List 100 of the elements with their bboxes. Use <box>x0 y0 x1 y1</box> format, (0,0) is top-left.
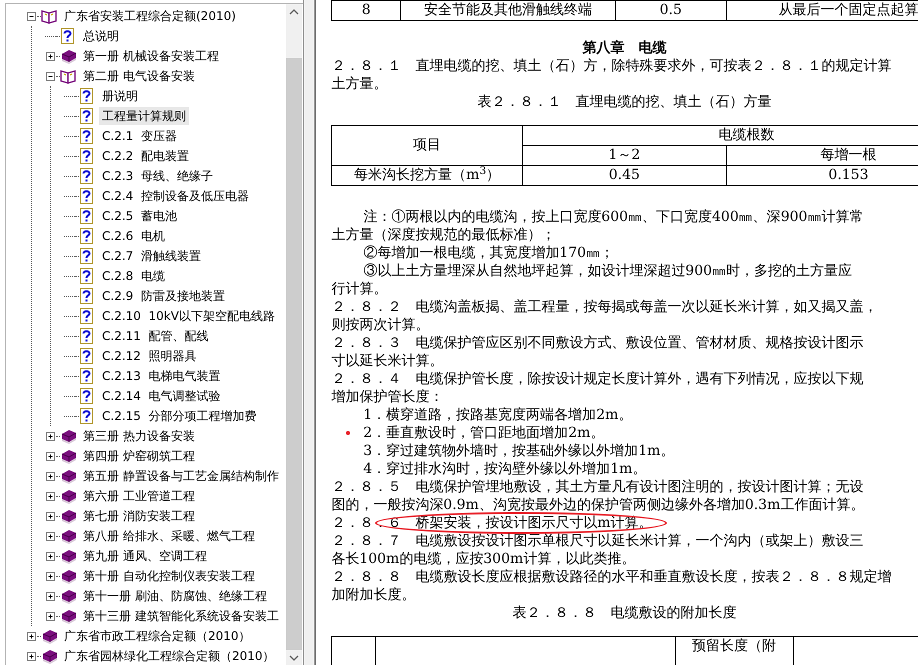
tree-item[interactable]: C.2.2 配电装置 <box>99 147 192 165</box>
tree-item[interactable]: 第五册 静置设备与工艺金属结构制作 <box>80 467 282 485</box>
tree-item[interactable]: 第一册 机械设备安装工程 <box>80 47 222 65</box>
closed-book-icon <box>60 508 77 524</box>
table-cell: 0.45 <box>522 166 726 186</box>
paragraph-line: ２．８．３ 电缆保护管应区别不同敷设方式、敷设位置、管材材质、规格按设计图示 <box>331 334 864 352</box>
help-page-icon <box>79 168 96 184</box>
tree-item[interactable]: C.2.3 母线、绝缘子 <box>99 167 216 185</box>
expand-toggle-icon[interactable] <box>45 50 56 62</box>
paragraph-line: 各长100m的电缆，应按300m计算，以此类推。 <box>331 550 636 568</box>
tree-item[interactable]: C.2.1 变压器 <box>99 127 180 145</box>
tree-item[interactable]: C.2.10 10kV以下架空配电线路 <box>99 307 278 325</box>
tree-item[interactable]: 第三册 热力设备安装 <box>80 427 198 445</box>
open-book-icon <box>41 8 58 24</box>
table-cell: 从最后一个固定点起算 <box>726 0 918 20</box>
expand-toggle-icon[interactable] <box>45 450 56 462</box>
closed-book-icon <box>60 428 77 444</box>
tree-item[interactable]: C.2.7 滑触线装置 <box>99 247 204 265</box>
paragraph-line: ２．８．４ 电缆保护管长度，除按设计规定长度计算外，遇有下列情况，应按以下规 <box>331 370 864 388</box>
table-header: 预留长度（附 <box>675 636 794 665</box>
expand-toggle-icon[interactable] <box>45 610 56 622</box>
expand-toggle-icon[interactable] <box>45 530 56 542</box>
paragraph-line: 增加保护管长度： <box>331 388 444 406</box>
tree-item[interactable]: 第十三册 建筑智能化系统设备安装工 <box>80 607 282 625</box>
closed-book-icon <box>60 48 77 64</box>
closed-book-icon <box>60 468 77 484</box>
paragraph-line: ②每增加一根电缆，其宽度增加170㎜； <box>362 244 616 262</box>
expand-toggle-icon[interactable] <box>26 650 37 662</box>
paragraph-line: 3．穿过建筑物外墙时，按基础外缘以外增加1m。 <box>362 442 676 460</box>
paragraph-line: 4．穿过排水沟时，按沟壁外缘以外增加1m。 <box>362 460 648 478</box>
tree-item[interactable]: C.2.9 防雷及接地装置 <box>99 287 228 305</box>
tree-item[interactable]: 工程量计算规则 <box>99 107 189 125</box>
tree-item[interactable]: 广东省安装工程综合定额(2010) <box>61 7 239 25</box>
table-header: 项目 <box>332 126 522 166</box>
closed-book-icon <box>60 588 77 604</box>
paragraph-line: ２．８．１ 直埋电缆的挖、填土（石）方，除特殊要求外，可按表２．８．１的规定计算 <box>331 57 892 75</box>
tree-item[interactable]: 广东省园林绿化工程综合定额（2010） <box>61 647 278 665</box>
expand-toggle-icon[interactable] <box>26 630 37 642</box>
tree-item[interactable]: C.2.5 蓄电池 <box>99 207 180 225</box>
expand-toggle-icon[interactable] <box>45 490 56 502</box>
tree-item[interactable]: 第十册 自动化控制仪表安装工程 <box>80 567 258 585</box>
table-cell: 安全节能及其他滑触线终端 <box>400 0 616 20</box>
tree-item[interactable]: C.2.4 控制设备及低压电器 <box>99 187 252 205</box>
tree-item[interactable]: 册说明 <box>99 87 141 105</box>
collapse-toggle-icon[interactable] <box>45 70 56 82</box>
paragraph-line: ２．８．８ 电缆敷设长度应根据敷设路径的水平和垂直敷设长度，按表２．８．８规定增 <box>331 568 892 586</box>
expand-toggle-icon[interactable] <box>45 550 56 562</box>
tree-item[interactable]: C.2.6 电机 <box>99 227 168 245</box>
expand-toggle-icon[interactable] <box>45 590 56 602</box>
help-page-icon <box>79 228 96 244</box>
table-cell: 0.5 <box>615 0 726 20</box>
paragraph-line: 1．横穿道路，按路基宽度两端各增加2m。 <box>362 406 634 424</box>
expand-toggle-icon[interactable] <box>45 430 56 442</box>
closed-book-icon <box>41 628 58 644</box>
help-page-icon <box>79 388 96 404</box>
table-cell: 每米沟长挖方量（m$^{3}$） <box>332 166 522 186</box>
help-page-icon <box>79 328 96 344</box>
tree-item[interactable]: 第六册 工业管道工程 <box>80 487 198 505</box>
tree-item[interactable]: 第七册 消防安装工程 <box>80 507 198 525</box>
expand-toggle-icon[interactable] <box>45 510 56 522</box>
paragraph-line: ③以上土方量埋深从自然地坪起算，如设计埋深超过900㎜时，多挖的土方量应 <box>362 262 854 280</box>
tree-item[interactable]: C.2.15 分部分项工程增加费 <box>99 407 260 425</box>
help-page-icon <box>79 88 96 104</box>
closed-book-icon <box>60 448 77 464</box>
tree-item[interactable]: C.2.12 照明器具 <box>99 347 200 365</box>
tree-item[interactable]: C.2.11 配管、配线 <box>99 327 212 345</box>
tree-item[interactable]: 第十一册 刷油、防腐蚀、绝缘工程 <box>80 587 270 605</box>
expand-toggle-icon[interactable] <box>45 570 56 582</box>
help-page-icon <box>79 128 96 144</box>
help-page-icon <box>79 308 96 324</box>
help-page-icon <box>79 208 96 224</box>
paragraph-line: ２．８．７ 电缆敷设按设计图示单根尺寸以延长米计算，一个沟内（或架上）敷设三 <box>331 532 864 550</box>
tree-item[interactable]: C.2.8 电缆 <box>99 267 168 285</box>
paragraph-line: ２．８．２ 电缆沟盖板揭、盖工程量，按每揭或每盖一次以延长米计算，如又揭又盖， <box>331 298 878 316</box>
open-book-icon <box>60 68 77 84</box>
paragraph-line: 土方量。 <box>331 75 388 93</box>
pane-splitter[interactable] <box>303 0 316 665</box>
paragraph-line: 加附加长度。 <box>331 586 416 604</box>
paragraph-line: 土方量（深度按规范的最低标准）； <box>331 226 556 244</box>
help-page-icon <box>79 408 96 424</box>
help-page-icon <box>79 148 96 164</box>
expand-toggle-icon[interactable] <box>45 470 56 482</box>
paragraph-line: 注：①两根以内的电缆沟，按上口宽度600㎜、下口宽度400㎜、深900㎜计算常 <box>362 208 864 226</box>
table-header: 每增一根 <box>726 146 918 166</box>
help-page-icon <box>79 368 96 384</box>
help-page-icon <box>79 108 96 124</box>
collapse-toggle-icon[interactable] <box>26 10 37 22</box>
tree-item[interactable]: C.2.14 电气调整试验 <box>99 387 224 405</box>
tree-item[interactable]: 第八册 给排水、采暖、燃气工程 <box>80 527 258 545</box>
paragraph-line: 则按两次计算。 <box>331 316 430 334</box>
tree-item[interactable]: 第二册 电气设备安装 <box>80 67 198 85</box>
table-cell: 8 <box>332 0 401 20</box>
tree-item[interactable]: C.2.13 电梯电气装置 <box>99 367 224 385</box>
tree-item[interactable]: 第九册 通风、空调工程 <box>80 547 210 565</box>
tree-item[interactable]: 第四册 炉窑砌筑工程 <box>80 447 198 465</box>
closed-book-icon <box>60 548 77 564</box>
table-header: 1～2 <box>522 146 726 166</box>
tree-item[interactable]: 总说明 <box>80 27 122 45</box>
help-page-icon <box>79 288 96 304</box>
tree-item[interactable]: 广东省市政工程综合定额（2010） <box>61 627 254 645</box>
